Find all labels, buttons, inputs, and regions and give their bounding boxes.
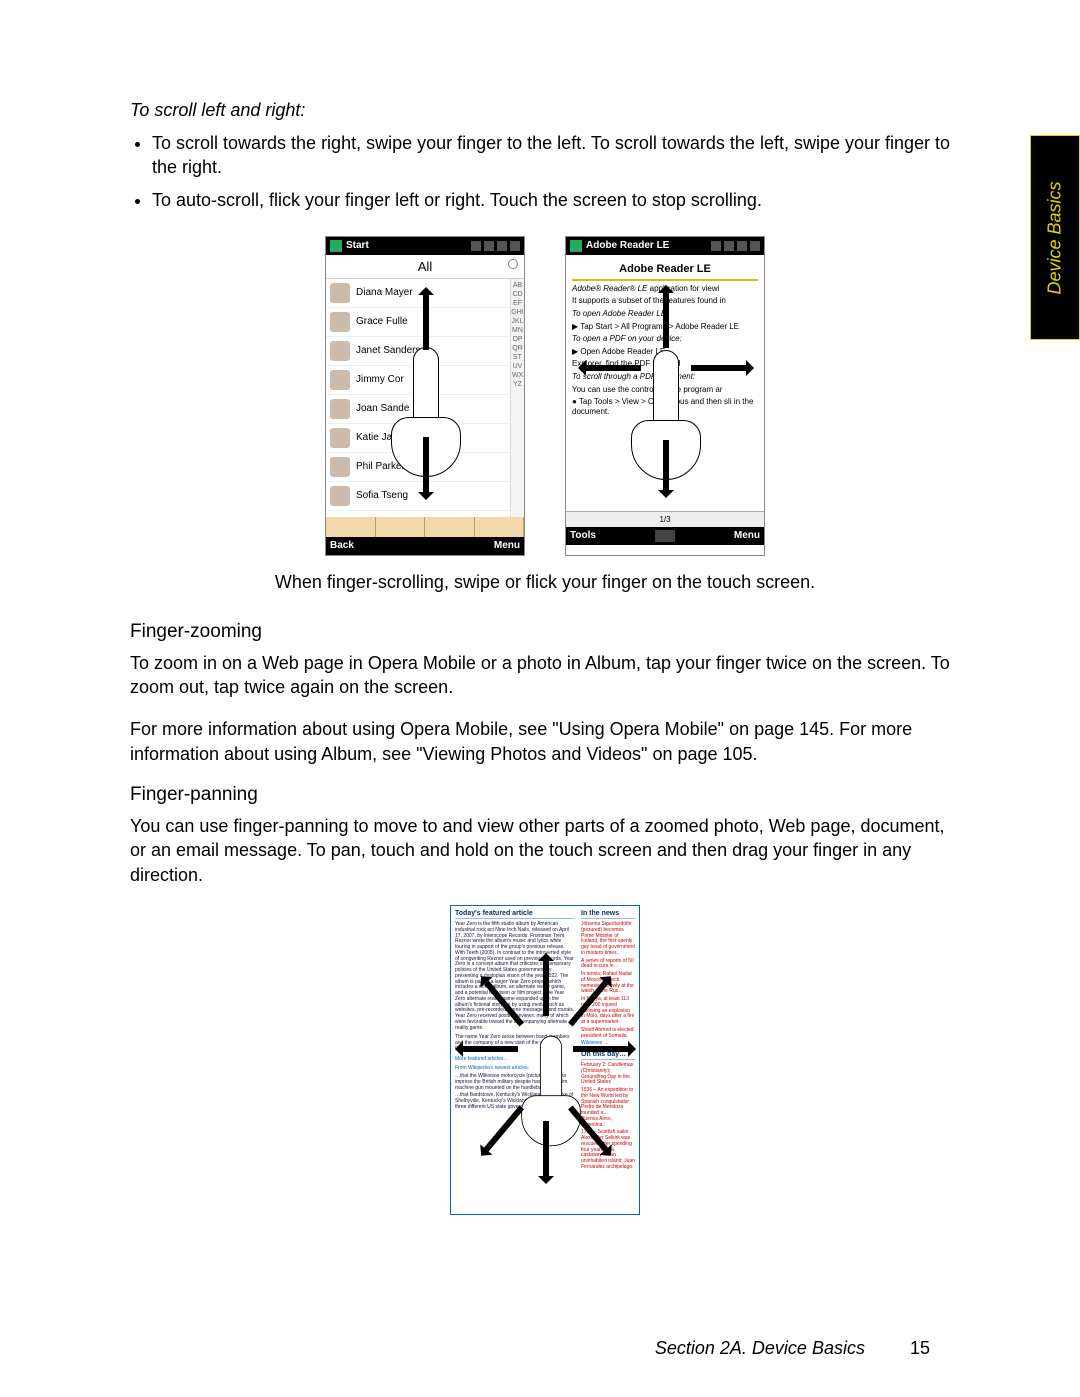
document-area: Adobe Reader LE Adobe® Reader® LE applic… — [566, 255, 764, 511]
bullet: To auto-scroll, flick your finger left o… — [152, 188, 960, 212]
phone-contacts: Start All Diana Mayer Grace Fulle Janet … — [325, 236, 525, 556]
softkey-bar: Tools Menu — [566, 527, 764, 545]
phone-reader: Adobe Reader LE Adobe Reader LE Adobe® R… — [565, 236, 765, 556]
arrow-left-icon — [463, 1046, 518, 1052]
signal-icon — [471, 241, 481, 251]
softkey-bar: Back Menu — [326, 537, 524, 555]
menu-icon — [510, 241, 520, 251]
avatar — [330, 428, 350, 448]
zoom-p2: For more information about using Opera M… — [130, 717, 960, 766]
start-icon — [570, 240, 582, 252]
close-icon — [750, 241, 760, 251]
arrow-left-icon — [586, 365, 641, 371]
arrow-up-icon — [543, 961, 549, 1016]
arrow-down-icon — [543, 1121, 549, 1176]
contact-list: Diana Mayer Grace Fulle Janet Sanders Ji… — [326, 279, 510, 517]
signal-icon — [711, 241, 721, 251]
status-bar: Start — [326, 237, 524, 255]
avatar — [330, 457, 350, 477]
list-item: Jimmy Cor — [326, 366, 510, 395]
document-page: Device Basics To scroll left and right: … — [0, 0, 1080, 1397]
avatar — [330, 283, 350, 303]
scroll-heading: To scroll left and right: — [130, 100, 960, 121]
footer-page: 15 — [910, 1338, 930, 1358]
start-icon — [330, 240, 342, 252]
softkey-left: Tools — [570, 530, 596, 541]
pan-heading: Finger-panning — [130, 784, 960, 806]
list-item: Katie Jackson — [326, 424, 510, 453]
status-title: Start — [346, 240, 369, 251]
status-title: Adobe Reader LE — [586, 240, 669, 251]
pan-p1: You can use finger-panning to move to an… — [130, 814, 960, 887]
softkey-right: Menu — [734, 530, 760, 541]
scroll-bullets: To scroll towards the right, swipe your … — [152, 131, 960, 212]
softkey-right: Menu — [494, 540, 520, 551]
figure-caption: When finger-scrolling, swipe or flick yo… — [130, 572, 960, 593]
avatar — [330, 312, 350, 332]
list-item: Grace Fulle — [326, 308, 510, 337]
footer-section: Section 2A. Device Basics — [655, 1338, 865, 1358]
status-bar: Adobe Reader LE — [566, 237, 764, 255]
battery-icon — [737, 241, 747, 251]
zoom-p1: To zoom in on a Web page in Opera Mobile… — [130, 651, 960, 700]
search-icon — [508, 259, 518, 269]
page-footer: Section 2A. Device Basics 15 — [655, 1338, 930, 1359]
avatar — [330, 341, 350, 361]
side-tab: Device Basics — [1030, 135, 1080, 340]
list-item: Joan Sande — [326, 395, 510, 424]
keyboard-icon — [655, 530, 675, 542]
list-item: Phil Parker — [326, 453, 510, 482]
arrow-down-icon — [663, 440, 669, 490]
arrow-up-icon — [663, 293, 669, 348]
avatar — [330, 399, 350, 419]
softkey-left: Back — [330, 540, 354, 551]
bottom-tabs — [326, 517, 524, 537]
avatar — [330, 486, 350, 506]
battery-icon — [497, 241, 507, 251]
arrow-right-icon — [691, 365, 746, 371]
arrow-right-icon — [573, 1046, 628, 1052]
all-tab: All — [326, 255, 524, 279]
arrow-up-icon — [423, 295, 429, 350]
wiki-left-col: Today's featured article Year Zero is th… — [455, 910, 575, 1210]
volume-icon — [724, 241, 734, 251]
figure-row: Start All Diana Mayer Grace Fulle Janet … — [130, 236, 960, 556]
avatar — [330, 370, 350, 390]
bullet: To scroll towards the right, swipe your … — [152, 131, 960, 180]
volume-icon — [484, 241, 494, 251]
panning-figure: Today's featured article Year Zero is th… — [450, 905, 640, 1215]
zoom-heading: Finger-zooming — [130, 621, 960, 643]
side-tab-label: Device Basics — [1045, 181, 1066, 294]
list-item: Janet Sanders — [326, 337, 510, 366]
pager-bar: 1/3 — [566, 511, 764, 527]
arrow-down-icon — [423, 437, 429, 492]
alphabet-index: ABCDEFGHIJKLMNOPQRSTUVWXYZ — [510, 279, 524, 517]
